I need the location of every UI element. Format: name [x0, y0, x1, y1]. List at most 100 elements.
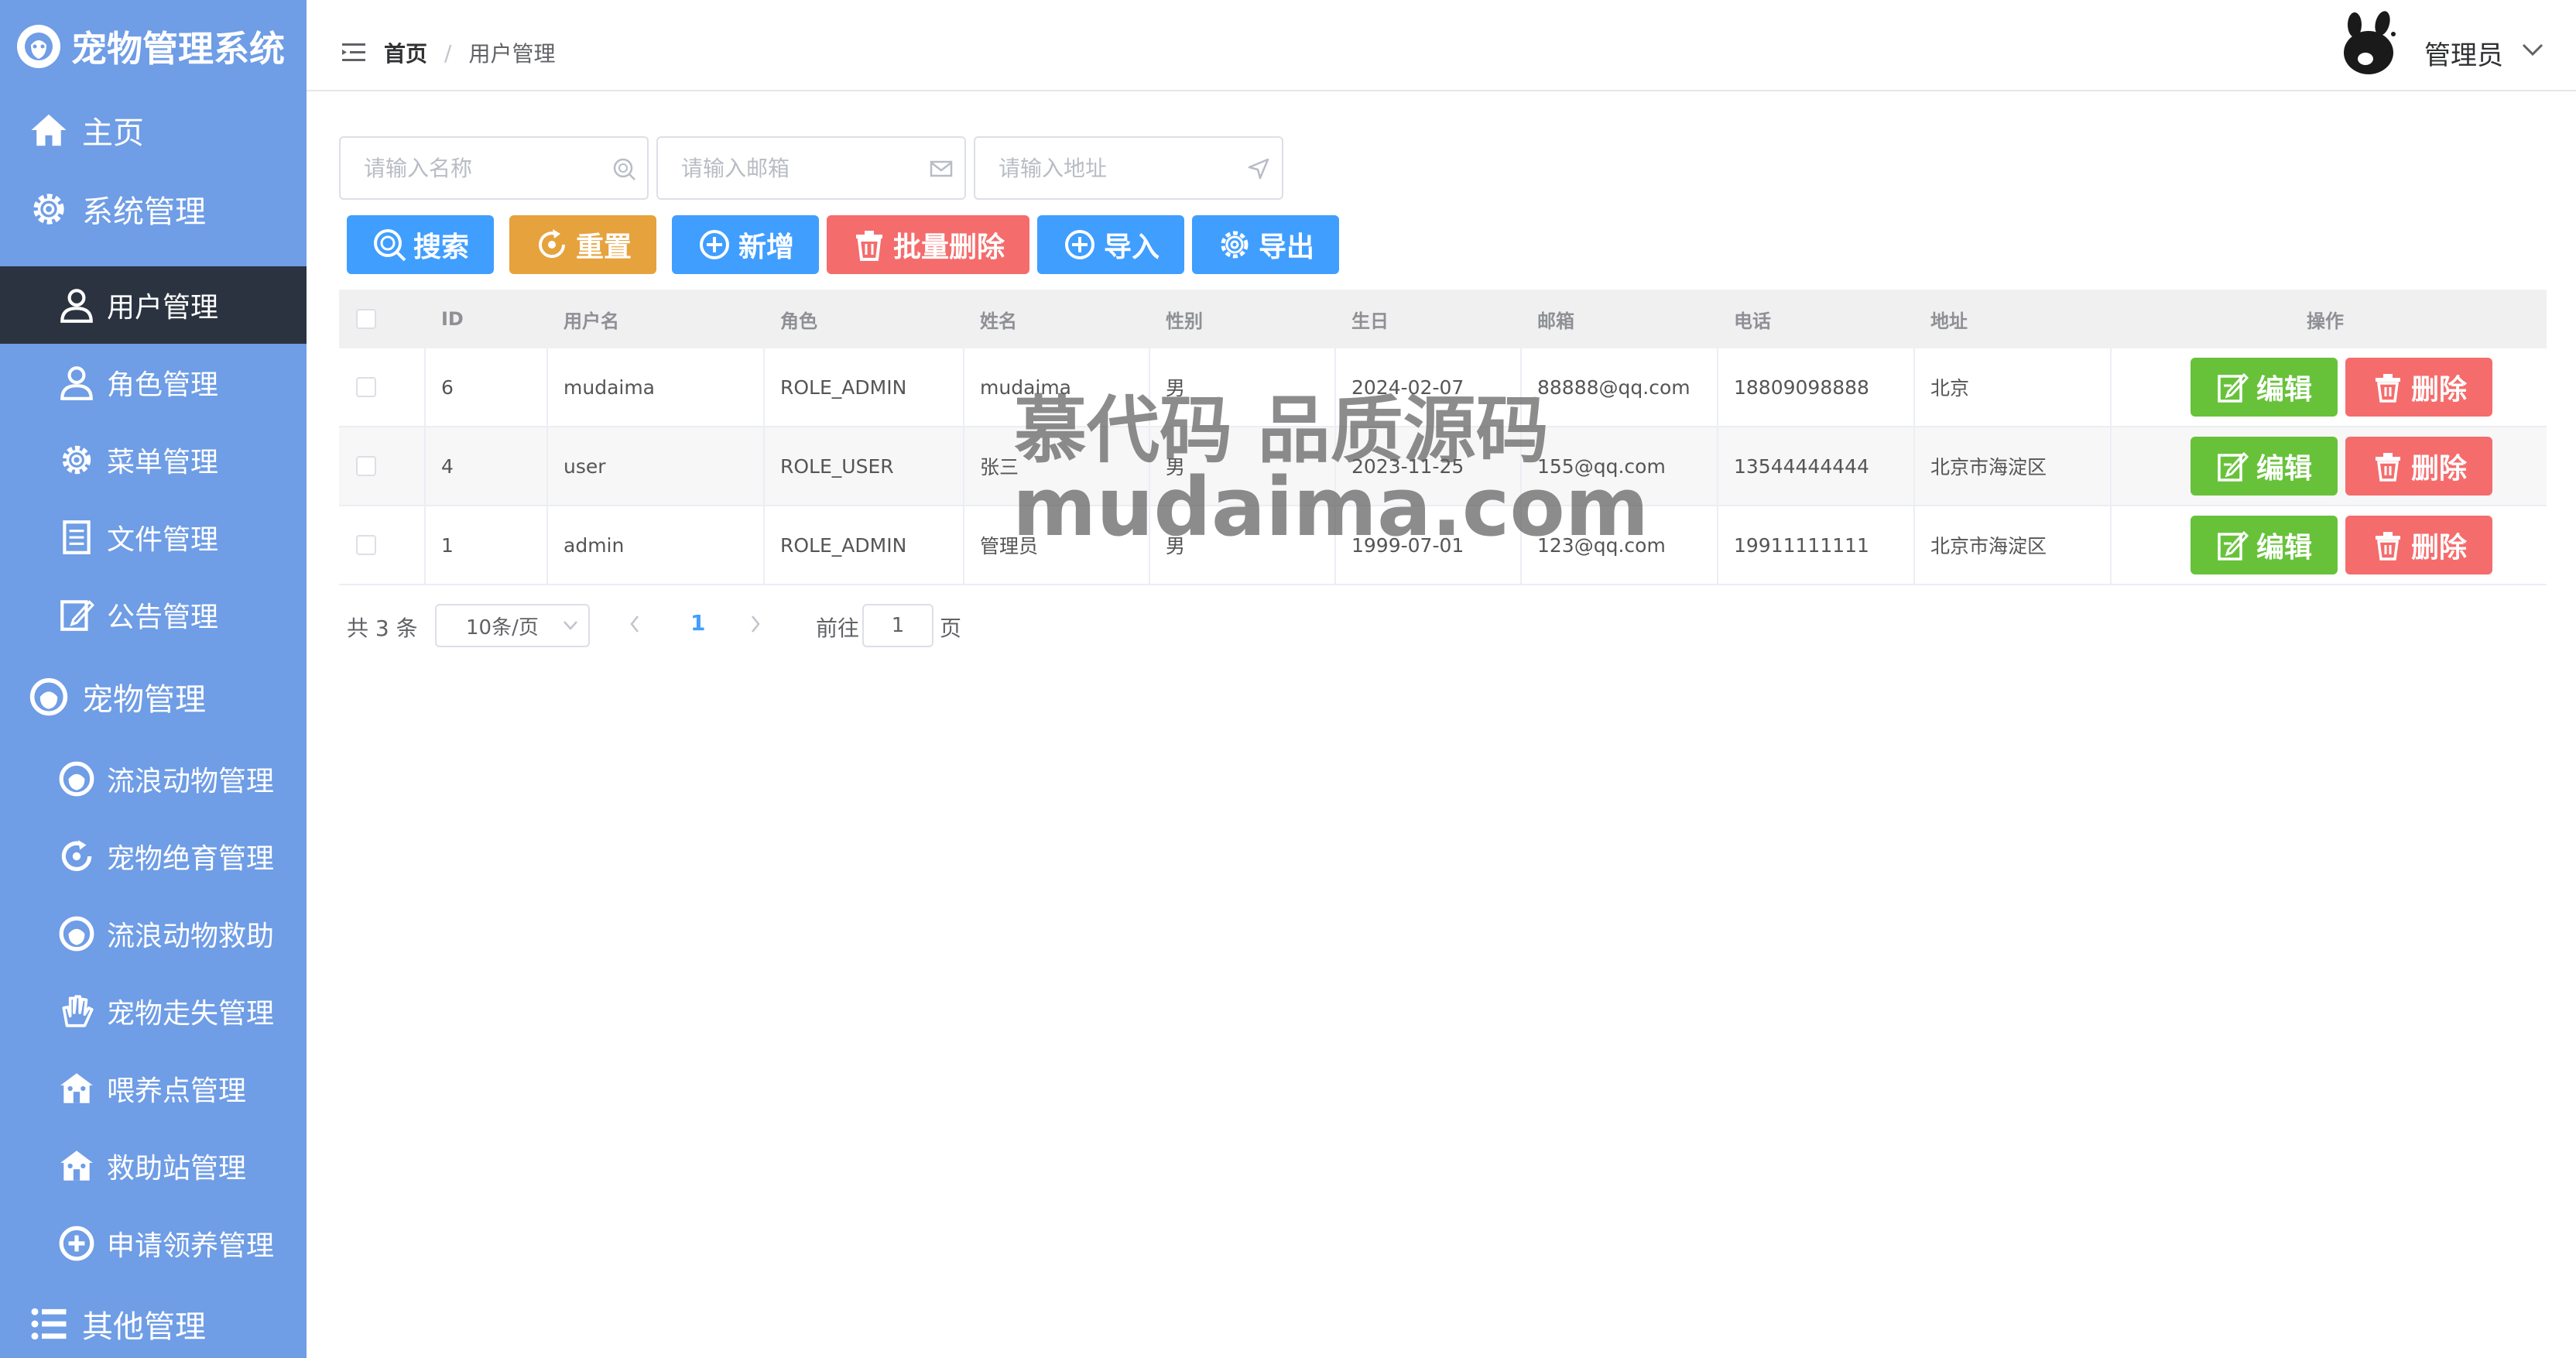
refresh-icon [538, 229, 565, 259]
cell-actions: 编辑 删除 [2112, 348, 2547, 426]
search-button-label: 搜索 [413, 231, 469, 263]
plus-circle-icon [699, 230, 729, 259]
pet-icon [59, 761, 94, 797]
sidebar-item-files[interactable]: 文件管理 [0, 499, 307, 576]
sidebar-item-feeding-points[interactable]: 喂养点管理 [0, 1050, 307, 1127]
breadcrumb-current: 用户管理 [468, 41, 556, 67]
delete-button-label: 删除 [2410, 374, 2467, 406]
pagination-goto-label: 前往 [816, 616, 860, 641]
cell-actions: 编辑 删除 [2112, 427, 2547, 505]
sidebar-item-system[interactable]: 系统管理 [0, 170, 307, 248]
sidebar-item-label: 救助站管理 [107, 1153, 247, 1185]
sidebar-item-label: 流浪动物救助 [107, 921, 275, 952]
user-icon [60, 289, 93, 323]
sidebar-item-users[interactable]: 用户管理 [0, 266, 307, 344]
delete-button[interactable]: 删除 [2345, 358, 2492, 417]
sidebar-item-pets[interactable]: 宠物管理 [0, 658, 307, 736]
trash-icon [855, 231, 882, 261]
pagination-current-page[interactable]: 1 [690, 610, 705, 636]
sidebar-item-roles[interactable]: 角色管理 [0, 344, 307, 421]
pagination-goto-input[interactable]: 1 [862, 604, 933, 647]
edit-button[interactable]: 编辑 [2191, 358, 2338, 417]
add-button[interactable]: 新增 [672, 215, 819, 274]
sidebar-item-label: 申请领养管理 [107, 1230, 275, 1262]
cell-username: mudaima [548, 348, 765, 426]
breadcrumb: 首页 / 用户管理 [384, 37, 555, 68]
email-search-input[interactable] [658, 138, 913, 198]
row-checkbox[interactable] [356, 535, 376, 555]
reset-button[interactable]: 重置 [509, 215, 656, 274]
export-button[interactable]: 导出 [1192, 215, 1339, 274]
gear-icon [33, 194, 64, 225]
cell-actions: 编辑 删除 [2112, 506, 2547, 584]
select-all-checkbox[interactable] [356, 309, 376, 329]
chevron-right-icon[interactable] [748, 613, 763, 635]
name-search-field [339, 136, 649, 200]
user-name[interactable]: 管理员 [2424, 34, 2503, 72]
sidebar-item-label: 用户管理 [107, 292, 219, 324]
column-header-birthday[interactable]: 生日 [1351, 290, 1389, 348]
column-header-phone[interactable]: 电话 [1734, 290, 1771, 348]
sidebar-item-others[interactable]: 其他管理 [0, 1285, 307, 1358]
cell-phone: 19911111111 [1718, 506, 1915, 584]
search-button[interactable]: 搜索 [347, 215, 494, 274]
trash-icon [2375, 453, 2400, 482]
sidebar-item-menus[interactable]: 菜单管理 [0, 421, 307, 499]
menu-fold-icon[interactable] [342, 43, 365, 62]
edit-icon [60, 600, 94, 631]
sidebar-item-stray-rescue[interactable]: 流浪动物救助 [0, 895, 307, 972]
page-size-value: 10条/页 [466, 616, 539, 640]
edit-button-label: 编辑 [2256, 374, 2312, 406]
row-checkbox[interactable] [356, 456, 376, 476]
search-icon [373, 229, 406, 262]
top-header: 首页 / 用户管理 管理员 [307, 0, 2576, 91]
delete-button-label: 删除 [2410, 453, 2467, 485]
sidebar-item-lost-pets[interactable]: 宠物走失管理 [0, 972, 307, 1050]
app-title: 宠物管理系统 [71, 28, 285, 70]
cell-address: 北京市海淀区 [1915, 427, 2112, 505]
column-header-address[interactable]: 地址 [1930, 290, 1968, 348]
column-header-actions: 操作 [2307, 310, 2344, 332]
sidebar-item-sterilization[interactable]: 宠物绝育管理 [0, 818, 307, 895]
address-search-input[interactable] [975, 138, 1231, 198]
cell-email: 88888@qq.com [1522, 348, 1718, 426]
cell-id: 4 [426, 427, 548, 505]
breadcrumb-home[interactable]: 首页 [384, 37, 427, 68]
sidebar-item-rescue-stations[interactable]: 救助站管理 [0, 1127, 307, 1205]
page-size-select[interactable]: 10条/页 [435, 604, 590, 647]
delete-button[interactable]: 删除 [2345, 437, 2492, 496]
edit-button[interactable]: 编辑 [2191, 437, 2338, 496]
batch-delete-button[interactable]: 批量删除 [827, 215, 1029, 274]
edit-button[interactable]: 编辑 [2191, 516, 2338, 574]
home-icon [31, 114, 67, 146]
pet-logo-icon [17, 25, 60, 68]
address-search-field [974, 136, 1283, 200]
cell-phone: 13544444444 [1718, 427, 1915, 505]
row-select-cell [339, 427, 426, 505]
sidebar-item-adoption[interactable]: 申请领养管理 [0, 1205, 307, 1282]
column-header-gender[interactable]: 性别 [1166, 290, 1203, 348]
trash-icon [2375, 532, 2400, 561]
chevron-down-icon[interactable] [2522, 42, 2543, 57]
search-icon [613, 158, 635, 180]
avatar[interactable] [2338, 11, 2404, 77]
watermark-line2: mudaima.com [1012, 460, 1649, 554]
reset-button-label: 重置 [575, 231, 632, 263]
cell-username: user [548, 427, 765, 505]
sidebar-item-notices[interactable]: 公告管理 [0, 576, 307, 653]
import-button[interactable]: 导入 [1037, 215, 1184, 274]
column-header-role[interactable]: 角色 [780, 290, 817, 348]
sidebar-item-stray-animals[interactable]: 流浪动物管理 [0, 740, 307, 818]
column-header-email[interactable]: 邮箱 [1537, 290, 1574, 348]
name-search-input[interactable] [341, 138, 596, 198]
sidebar-item-home[interactable]: 主页 [0, 91, 307, 169]
list-icon [31, 1308, 67, 1340]
sidebar-item-label: 宠物绝育管理 [107, 843, 275, 875]
delete-button[interactable]: 删除 [2345, 516, 2492, 574]
row-checkbox[interactable] [356, 377, 376, 397]
plus-circle-icon [59, 1226, 94, 1261]
chevron-left-icon[interactable] [627, 613, 642, 635]
column-header-username[interactable]: 用户名 [564, 290, 619, 348]
column-header-id[interactable]: ID [441, 290, 464, 348]
column-header-name[interactable]: 姓名 [980, 290, 1017, 348]
